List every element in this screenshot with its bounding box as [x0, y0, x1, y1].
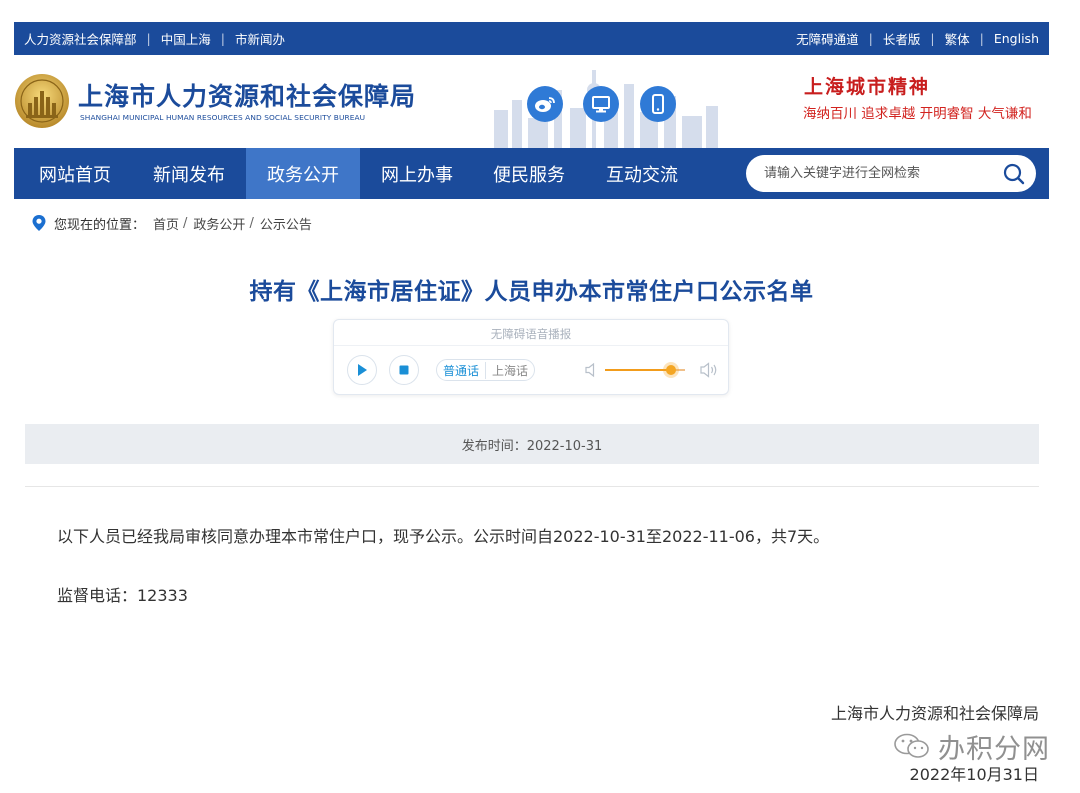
- breadcrumb-announcements[interactable]: 公示公告: [260, 214, 312, 233]
- link-english[interactable]: English: [994, 31, 1039, 46]
- link-mohrss[interactable]: 人力资源社会保障部: [24, 29, 137, 48]
- separator: |: [146, 31, 151, 46]
- accessibility-audio-player: 无障碍语音播报: [333, 319, 729, 395]
- breadcrumb-separator: /: [183, 215, 188, 231]
- site-header: 上海市人力资源和社会保障局 SHANGHAI MUNICIPAL HUMAN R…: [14, 55, 1049, 148]
- search-input[interactable]: [764, 155, 994, 192]
- divider: [334, 345, 728, 346]
- bureau-name-en: SHANGHAI MUNICIPAL HUMAN RESOURCES AND S…: [80, 113, 366, 122]
- link-news-office[interactable]: 市新闻办: [235, 29, 285, 48]
- stop-button[interactable]: [389, 355, 419, 385]
- watermark: 办积分网: [892, 728, 1050, 765]
- link-traditional-chinese[interactable]: 繁体: [945, 29, 970, 48]
- bureau-name-cn: 上海市人力资源和社会保障局: [78, 82, 417, 111]
- breadcrumb-gov-info[interactable]: 政务公开: [193, 214, 245, 233]
- search-icon[interactable]: [1002, 162, 1026, 186]
- publish-date-bar: 发布时间：2022-10-31: [25, 424, 1039, 464]
- separator: |: [979, 31, 984, 46]
- monitor-icon: [592, 96, 610, 113]
- nav-citizen-services[interactable]: 便民服务: [472, 148, 586, 199]
- site-search: [746, 155, 1036, 192]
- breadcrumb: 您现在的位置： 首页 / 政务公开 / 公示公告: [31, 213, 312, 233]
- watermark-text: 办积分网: [938, 733, 1050, 765]
- weibo-button[interactable]: [527, 86, 563, 122]
- breadcrumb-home[interactable]: 首页: [153, 214, 179, 233]
- signature-date: 2022年10月31日: [909, 765, 1039, 784]
- separator: |: [868, 31, 873, 46]
- link-elder-version[interactable]: 长者版: [883, 29, 921, 48]
- volume-low-icon[interactable]: [584, 362, 598, 378]
- mobile-icon: [652, 94, 664, 114]
- top-bar-right-links: 无障碍通道 | 长者版 | 繁体 | English: [796, 22, 1039, 55]
- divider: [25, 486, 1039, 487]
- nav-interaction[interactable]: 互动交流: [585, 148, 699, 199]
- city-spirit-slogan: 海纳百川 追求卓越 开明睿智 大气谦和: [803, 106, 1032, 122]
- top-bar: 人力资源社会保障部 | 中国上海 | 市新闻办 无障碍通道 | 长者版 | 繁体…: [14, 22, 1049, 55]
- city-spirit-title: 上海城市精神: [804, 76, 931, 98]
- article-title: 持有《上海市居住证》人员申办本市常住户口公示名单: [249, 279, 814, 305]
- lang-mandarin-option[interactable]: 普通话: [437, 362, 485, 379]
- weibo-icon: [535, 97, 555, 112]
- play-icon: [358, 364, 367, 376]
- volume-slider-handle[interactable]: [665, 365, 676, 375]
- dialect-switch: 普通话 上海话: [436, 359, 536, 381]
- location-pin-icon: [32, 215, 46, 231]
- nav-online-services[interactable]: 网上办事: [360, 148, 474, 199]
- stop-icon: [399, 365, 409, 375]
- volume-slider[interactable]: [605, 365, 685, 375]
- separator: |: [930, 31, 935, 46]
- separator: |: [220, 31, 225, 46]
- supervision-phone: 监督电话：12333: [57, 586, 188, 605]
- bureau-emblem-icon: [15, 74, 69, 128]
- lang-shanghainese-option[interactable]: 上海话: [485, 361, 534, 379]
- volume-slider-fill: [605, 369, 671, 371]
- audio-player-title: 无障碍语音播报: [490, 327, 572, 341]
- signature-org: 上海市人力资源和社会保障局: [830, 704, 1039, 723]
- mobile-site-button[interactable]: [640, 86, 676, 122]
- desktop-site-button[interactable]: [583, 86, 619, 122]
- nav-news[interactable]: 新闻发布: [132, 148, 246, 199]
- link-china-shanghai[interactable]: 中国上海: [161, 29, 211, 48]
- publish-time: 发布时间：2022-10-31: [461, 438, 603, 454]
- play-button[interactable]: [347, 355, 377, 385]
- nav-home[interactable]: 网站首页: [18, 148, 132, 199]
- volume-high-icon[interactable]: [699, 361, 719, 379]
- breadcrumb-separator: /: [249, 215, 254, 231]
- link-accessibility[interactable]: 无障碍通道: [796, 29, 859, 48]
- main-navigation: 网站首页 新闻发布 政务公开 网上办事 便民服务 互动交流: [14, 148, 1049, 199]
- top-bar-left-links: 人力资源社会保障部 | 中国上海 | 市新闻办: [24, 22, 285, 55]
- article-paragraph: 以下人员已经我局审核同意办理本市常住户口，现予公示。公示时间自2022-10-3…: [57, 527, 830, 546]
- breadcrumb-label: 您现在的位置：: [54, 217, 146, 233]
- nav-gov-info[interactable]: 政务公开: [246, 148, 360, 199]
- wechat-icon: [894, 733, 929, 758]
